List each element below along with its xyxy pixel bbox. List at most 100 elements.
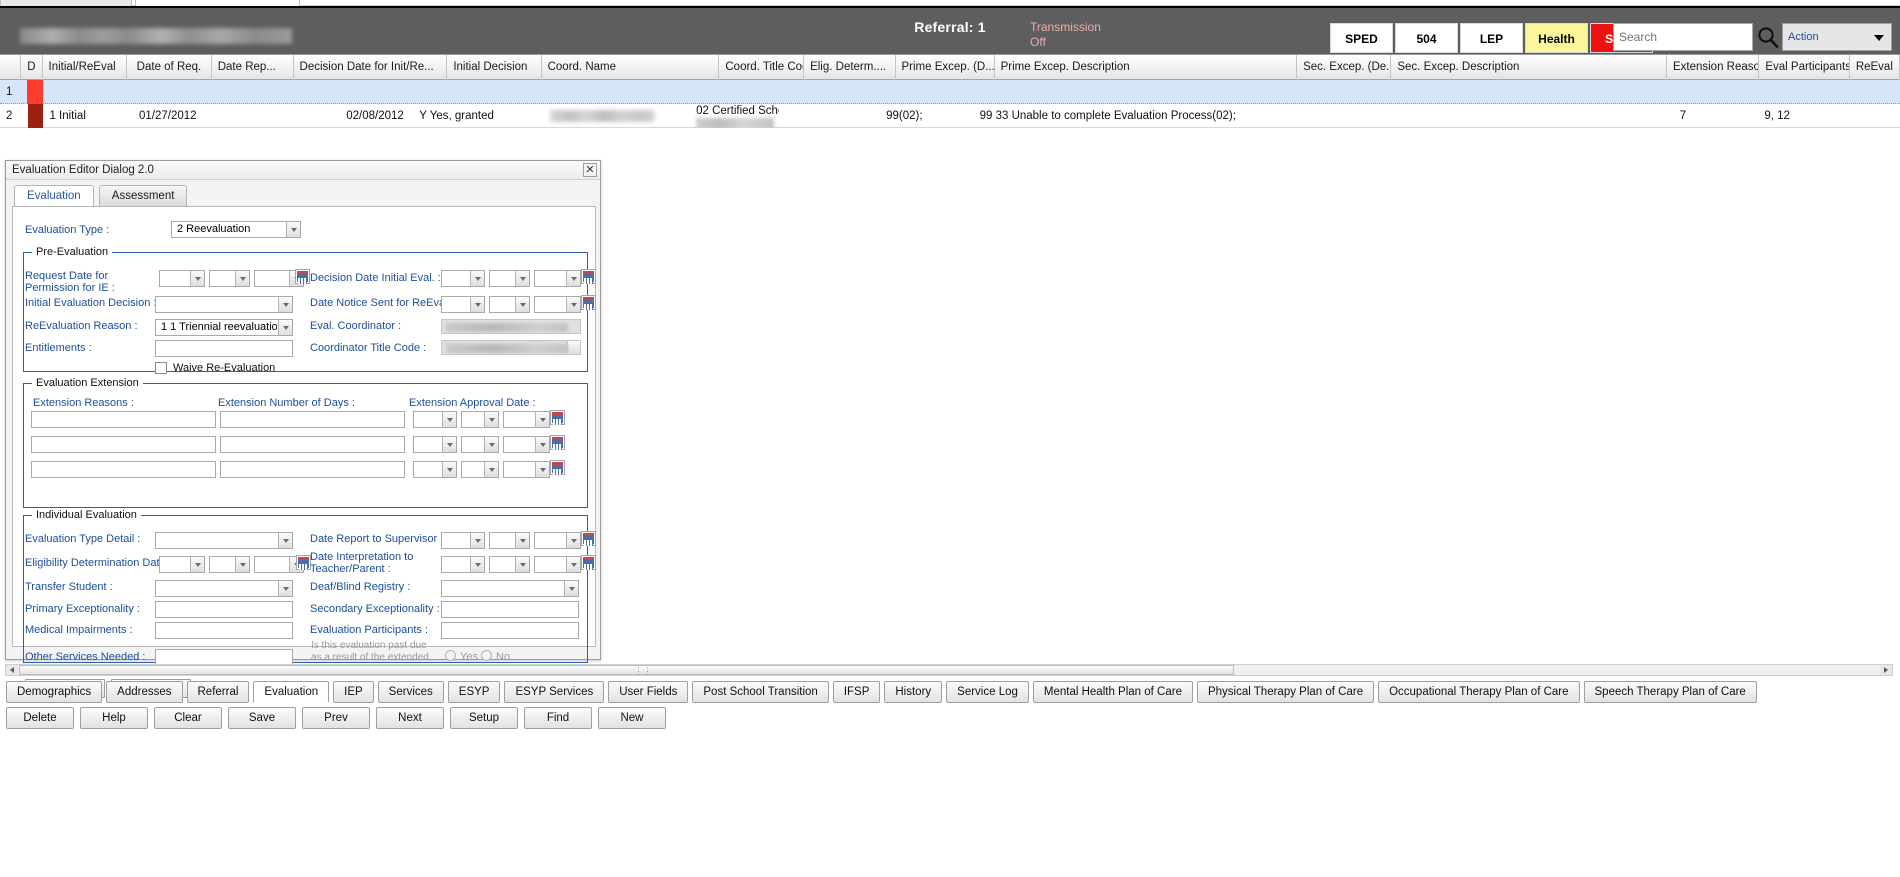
- extension-days-input-1[interactable]: [220, 411, 405, 428]
- transfer-student-select[interactable]: [155, 580, 293, 597]
- tab-esyp-services[interactable]: ESYP Services: [504, 681, 605, 703]
- extension-approval-day-select-3[interactable]: [461, 461, 499, 478]
- calendar-icon[interactable]: [295, 269, 310, 284]
- setup-button[interactable]: Setup: [450, 707, 518, 729]
- clear-button[interactable]: Clear: [154, 707, 222, 729]
- save-button[interactable]: Save: [228, 707, 296, 729]
- extension-approval-month-select-1[interactable]: [413, 411, 457, 428]
- evaluation-participants-input[interactable]: [441, 622, 579, 639]
- extension-approval-year-select-1[interactable]: [503, 411, 550, 428]
- calendar-icon[interactable]: [581, 295, 596, 310]
- extension-approval-day-select-1[interactable]: [461, 411, 499, 428]
- request-date-day-select[interactable]: [209, 270, 250, 287]
- pill-lep[interactable]: LEP: [1460, 23, 1523, 53]
- eval-coordinator-field[interactable]: [441, 319, 581, 334]
- row-delete-flag[interactable]: [21, 80, 43, 104]
- grid-col-sec-excep-desc[interactable]: Sec. Excep. Description: [1391, 55, 1667, 80]
- extension-reason-input-2[interactable]: [31, 436, 216, 453]
- tab-occupational-therapy-plan-of-care[interactable]: Occupational Therapy Plan of Care: [1378, 681, 1580, 703]
- scrollbar-thumb[interactable]: ⋮⋮: [19, 665, 1234, 676]
- grid-col-elig-determ[interactable]: Elig. Determ....: [804, 55, 896, 80]
- extension-approval-year-select-2[interactable]: [503, 436, 550, 453]
- search-icon[interactable]: [1757, 26, 1779, 48]
- primary-exceptionality-input[interactable]: [155, 601, 293, 618]
- help-button[interactable]: Help: [80, 707, 148, 729]
- next-button[interactable]: Next: [376, 707, 444, 729]
- delete-button[interactable]: Delete: [6, 707, 74, 729]
- close-icon[interactable]: ✕: [583, 163, 597, 177]
- elig-determ-day-select[interactable]: [209, 556, 250, 573]
- grid-col-coord-name[interactable]: Coord. Name: [542, 55, 720, 80]
- date-interp-year-select[interactable]: [534, 556, 581, 573]
- date-notice-day-select[interactable]: [489, 296, 530, 313]
- table-row[interactable]: 1: [0, 80, 1900, 104]
- calendar-icon[interactable]: [296, 555, 311, 570]
- table-row[interactable]: 2 1 Initial 01/27/2012 02/08/2012 Y Yes,…: [0, 104, 1900, 128]
- deaf-blind-registry-select[interactable]: [441, 580, 579, 597]
- extension-approval-year-select-3[interactable]: [503, 461, 550, 478]
- date-report-supervisor-month-select[interactable]: [441, 532, 485, 549]
- extension-days-input-2[interactable]: [220, 436, 405, 453]
- tab-service-log[interactable]: Service Log: [946, 681, 1029, 703]
- decision-date-year-select[interactable]: [534, 270, 581, 287]
- evaluation-type-select[interactable]: 2 Reevaluation: [171, 221, 301, 238]
- grid-col-coord-title-code[interactable]: Coord. Title Code: [719, 55, 805, 80]
- elig-determ-month-select[interactable]: [159, 556, 205, 573]
- grid-col-initial-decision[interactable]: Initial Decision: [447, 55, 542, 80]
- tab-physical-therapy-plan-of-care[interactable]: Physical Therapy Plan of Care: [1196, 681, 1375, 703]
- tab-ifsp[interactable]: IFSP: [832, 681, 881, 703]
- entitlements-input[interactable]: [155, 340, 293, 357]
- reevaluation-reason-select[interactable]: 1 1 Triennial reevaluation: [155, 319, 293, 336]
- initial-evaluation-decision-select[interactable]: [155, 296, 293, 313]
- grid-col-prime-excep-desc[interactable]: Prime Excep. Description: [995, 55, 1298, 80]
- prev-button[interactable]: Prev: [302, 707, 370, 729]
- calendar-icon[interactable]: [581, 531, 596, 546]
- date-notice-month-select[interactable]: [441, 296, 485, 313]
- scroll-right-arrow-icon[interactable]: [1880, 665, 1892, 675]
- new-button[interactable]: New: [598, 707, 666, 729]
- tab-services[interactable]: Services: [377, 681, 444, 703]
- past-due-no-radio[interactable]: [481, 650, 492, 661]
- grid-col-d[interactable]: D: [21, 55, 43, 80]
- date-notice-year-select[interactable]: [534, 296, 581, 313]
- evaluation-type-detail-select[interactable]: [155, 532, 293, 549]
- row-delete-flag[interactable]: [22, 104, 44, 128]
- extension-approval-month-select-2[interactable]: [413, 436, 457, 453]
- decision-date-month-select[interactable]: [441, 270, 485, 287]
- pill-504[interactable]: 504: [1395, 23, 1458, 53]
- search-input[interactable]: [1613, 23, 1753, 51]
- decision-date-day-select[interactable]: [489, 270, 530, 287]
- tab-iep[interactable]: IEP: [333, 681, 374, 703]
- calendar-icon[interactable]: [550, 410, 565, 425]
- grid-col-eval-participants[interactable]: Eval Participants: [1759, 55, 1850, 80]
- extension-days-input-3[interactable]: [220, 461, 405, 478]
- calendar-icon[interactable]: [581, 269, 596, 284]
- grid-col-prime-excep-d[interactable]: Prime Excep. (D...: [896, 55, 995, 80]
- grid-col-date-of-req[interactable]: Date of Req.: [127, 55, 212, 80]
- tab-history[interactable]: History: [884, 681, 943, 703]
- tab-esyp[interactable]: ESYP: [447, 681, 501, 703]
- grid-col-decision-date[interactable]: Decision Date for Init/Re...: [294, 55, 448, 80]
- date-interp-day-select[interactable]: [489, 556, 530, 573]
- tab-post-school-transition[interactable]: Post School Transition: [692, 681, 829, 703]
- grid-col-initial-reeval[interactable]: Initial/ReEval: [43, 55, 128, 80]
- date-report-supervisor-year-select[interactable]: [534, 532, 581, 549]
- calendar-icon[interactable]: [550, 460, 565, 475]
- date-interp-month-select[interactable]: [441, 556, 485, 573]
- request-date-month-select[interactable]: [159, 270, 205, 287]
- find-button[interactable]: Find: [524, 707, 592, 729]
- tab-user-fields[interactable]: User Fields: [608, 681, 689, 703]
- pill-sped[interactable]: SPED: [1330, 23, 1393, 53]
- tab-referral[interactable]: Referral: [186, 681, 250, 703]
- tab-evaluation[interactable]: Evaluation: [253, 681, 330, 703]
- horizontal-scrollbar[interactable]: ⋮⋮: [5, 664, 1893, 676]
- extension-approval-month-select-3[interactable]: [413, 461, 457, 478]
- date-report-supervisor-day-select[interactable]: [489, 532, 530, 549]
- scroll-left-arrow-icon[interactable]: [6, 665, 18, 675]
- tab-mental-health-plan-of-care[interactable]: Mental Health Plan of Care: [1032, 681, 1193, 703]
- tab-demographics[interactable]: Demographics: [6, 681, 103, 703]
- grid-col-reeval[interactable]: ReEval: [1850, 55, 1900, 80]
- secondary-exceptionality-input[interactable]: [441, 601, 579, 618]
- pill-health[interactable]: Health: [1525, 23, 1588, 53]
- tab-evaluation[interactable]: Evaluation: [14, 185, 94, 206]
